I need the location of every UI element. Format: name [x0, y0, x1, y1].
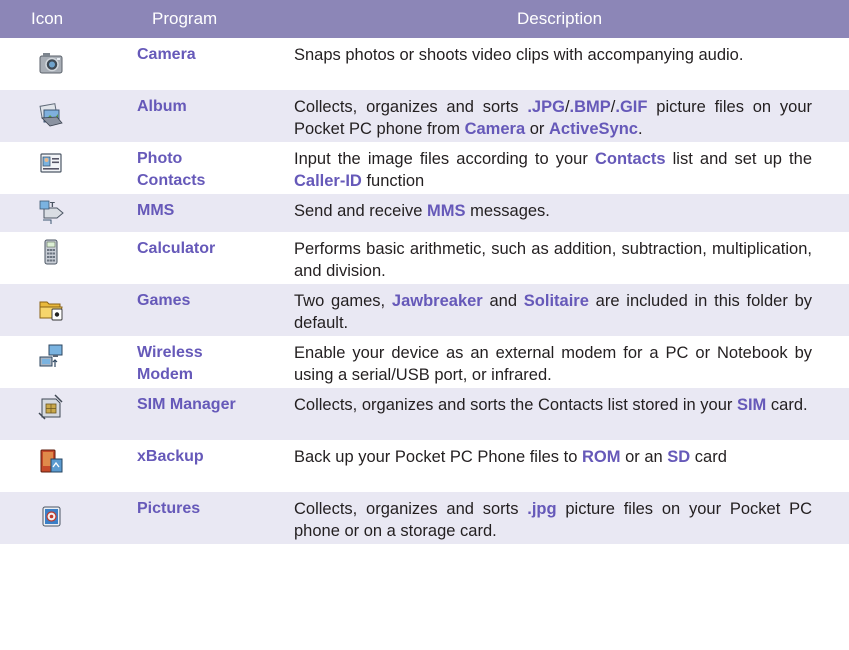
program-description: Enable your device as an external modem … [294, 344, 812, 384]
pictures-icon [37, 503, 65, 531]
table-row: Pictures Collects, organizes and sorts .… [0, 492, 849, 544]
program-name: MMS [137, 202, 175, 219]
program-name: SIM Manager [137, 396, 236, 413]
header-icon-column: Icon [31, 9, 64, 28]
sim-manager-icon [37, 393, 65, 421]
programs-table: Icon Program Description Camera Snaps ph… [0, 0, 849, 544]
table-row: Album Collects, organizes and sorts .JPG… [0, 90, 849, 142]
table-row: T MMS Send and receive MMS messages. [0, 194, 849, 232]
program-description: Send and receive MMS messages. [294, 202, 550, 220]
program-description: Two games, Jawbreaker and Solitaire are … [294, 292, 813, 332]
games-folder-icon [37, 294, 65, 322]
header-program-column: Program [152, 9, 218, 28]
program-name: Games [137, 292, 191, 309]
table-row: Calculator Performs basic arithmetic, su… [0, 232, 849, 284]
program-description: Input the image files according to your … [294, 150, 812, 190]
program-description: Collects, organizes and sorts .JPG/.BMP/… [294, 98, 813, 138]
table-row: xBackup Back up your Pocket PC Phone fil… [0, 440, 849, 492]
table-row: Wireless Modem Enable your device as an … [0, 336, 849, 388]
calculator-icon [37, 238, 65, 266]
mms-icon: T [37, 198, 65, 226]
header-description-column: Description [517, 9, 603, 28]
table-row: Photo Contacts Input the image files acc… [0, 142, 849, 194]
table-row: Games Two games, Jawbreaker and Solitair… [0, 284, 849, 336]
xbackup-icon [37, 447, 65, 475]
photo-contacts-icon [37, 150, 65, 178]
program-name: Pictures [137, 500, 201, 517]
program-description: Collects, organizes and sorts .jpg pictu… [294, 500, 813, 540]
album-icon [37, 101, 65, 129]
program-name: Photo Contacts [137, 150, 206, 189]
wireless-modem-icon [37, 343, 65, 371]
program-name: Camera [137, 46, 196, 63]
program-name: Calculator [137, 240, 216, 257]
program-description: Snaps photos or shoots video clips with … [294, 46, 744, 64]
program-description: Back up your Pocket PC Phone files to RO… [294, 448, 727, 466]
program-description: Performs basic arithmetic, such as addit… [294, 240, 812, 280]
svg-text:T: T [50, 201, 55, 209]
camera-icon [37, 50, 65, 78]
table-row: SIM Manager Collects, organizes and sort… [0, 388, 849, 440]
program-description: Collects, organizes and sorts the Contac… [294, 396, 808, 414]
program-name: xBackup [137, 448, 204, 465]
table-row: Camera Snaps photos or shoots video clip… [0, 38, 849, 90]
program-name: Wireless Modem [137, 344, 203, 383]
table-header: Icon Program Description [0, 0, 849, 38]
program-name: Album [137, 98, 187, 115]
